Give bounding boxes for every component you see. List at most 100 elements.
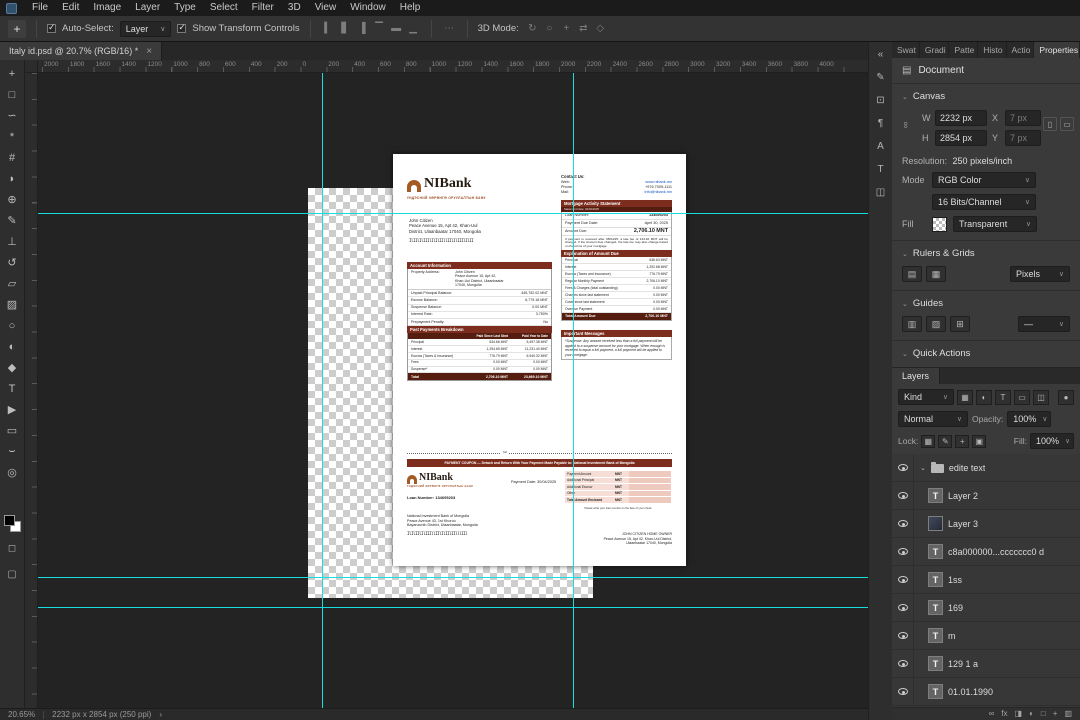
auto-select-checkbox[interactable] <box>47 22 56 33</box>
lasso-tool[interactable]: ∽ <box>0 105 24 126</box>
layer-row[interactable]: T 01.01.1990 <box>892 678 1080 706</box>
document-info[interactable]: 2232 px x 2854 px (250 ppi) <box>52 710 151 719</box>
spot-healing-brush-tool[interactable]: ⊕ <box>0 189 24 210</box>
opacity-dropdown[interactable]: 100% <box>1007 411 1052 427</box>
vertical-ruler[interactable] <box>25 73 38 708</box>
show-transform-checkbox[interactable] <box>177 22 187 33</box>
layer-row[interactable]: T 129 1 a <box>892 650 1080 678</box>
menu-item[interactable]: File <box>25 0 55 16</box>
move-tool[interactable]: + <box>0 63 24 84</box>
menu-item[interactable]: Filter <box>245 0 281 16</box>
filter-toggle-icon[interactable]: ● <box>1058 389 1074 405</box>
dodge-tool[interactable]: ◐ <box>0 336 24 357</box>
visibility-toggle[interactable] <box>892 538 914 565</box>
filter-pixel-layers-icon[interactable]: ▦ <box>957 389 973 405</box>
active-tool-icon[interactable]: + <box>8 19 26 38</box>
horizontal-type-tool[interactable]: T <box>0 378 24 399</box>
guide-vertical[interactable] <box>322 73 323 708</box>
more-options-icon[interactable]: ⋯ <box>442 21 457 36</box>
menu-item[interactable]: Select <box>203 0 245 16</box>
layer-row[interactable]: Tm <box>892 622 1080 650</box>
app-icon[interactable] <box>6 2 17 14</box>
gradient-tool[interactable]: ▨ <box>0 294 24 315</box>
tab-patterns[interactable]: Patte <box>949 42 979 58</box>
grid-icon[interactable]: ▦ <box>926 266 946 282</box>
guide-horizontal[interactable] <box>38 577 868 578</box>
close-icon[interactable]: × <box>146 46 152 57</box>
crop-tool[interactable]: # <box>0 147 24 168</box>
visibility-toggle[interactable] <box>892 650 914 677</box>
eyedropper-tool[interactable]: ◗ <box>0 168 24 189</box>
menu-item[interactable]: 3D <box>281 0 308 16</box>
eraser-tool[interactable]: ▱ <box>0 273 24 294</box>
smart-guides-icon[interactable]: ▨ <box>926 316 946 332</box>
lock-position-icon[interactable]: + <box>955 434 970 448</box>
link-dimensions-icon[interactable]: ∞ <box>901 122 911 128</box>
guides-icon[interactable]: ▥ <box>902 316 922 332</box>
menu-item[interactable]: Help <box>393 0 428 16</box>
document-tab[interactable]: Italy id.psd @ 20.7% (RGB/16) * × <box>0 42 163 60</box>
y-field[interactable]: 7 px <box>1005 130 1041 146</box>
landscape-orientation-button[interactable]: ▭ <box>1060 117 1074 131</box>
layer-row[interactable]: ⌄ edite text <box>892 454 1080 482</box>
align-bottom-icon[interactable]: ▁ <box>406 21 421 36</box>
color-mode-dropdown[interactable]: RGB Color <box>932 172 1036 188</box>
quick-mask-button[interactable]: ◻ <box>0 538 24 558</box>
3d-rotate-icon[interactable]: ↻ <box>525 21 540 36</box>
units-dropdown[interactable]: Pixels <box>1010 266 1070 282</box>
menu-item[interactable]: Window <box>343 0 393 16</box>
visibility-toggle[interactable] <box>892 482 914 509</box>
pen-tool[interactable]: ◆ <box>0 357 24 378</box>
blend-mode-dropdown[interactable]: Normal <box>898 411 968 427</box>
width-field[interactable]: 2232 px <box>935 110 987 126</box>
portrait-orientation-button[interactable]: ▯ <box>1043 117 1057 131</box>
lock-all-icon[interactable]: ▣ <box>972 434 987 448</box>
align-middle-icon[interactable]: ▬ <box>389 21 404 36</box>
history-brush-tool[interactable]: ↺ <box>0 252 24 273</box>
visibility-toggle[interactable] <box>892 594 914 621</box>
rectangular-marquee-tool[interactable]: □ <box>0 84 24 105</box>
filter-shape-layers-icon[interactable]: ▭ <box>1014 389 1030 405</box>
tab-actions[interactable]: Actio <box>1007 42 1035 58</box>
lock-pixels-icon[interactable]: ✎ <box>938 434 953 448</box>
brush-tool[interactable]: ✎ <box>0 210 24 231</box>
blur-tool[interactable]: ○ <box>0 315 24 336</box>
visibility-toggle[interactable] <box>892 678 914 705</box>
menu-item[interactable]: View <box>308 0 344 16</box>
delete-layer-icon[interactable]: ▥ <box>1064 709 1072 719</box>
align-top-icon[interactable]: ▔ <box>372 21 387 36</box>
brush-settings-icon[interactable]: ✎ <box>873 70 889 84</box>
zoom-tool[interactable]: ◎ <box>0 462 24 483</box>
align-left-icon[interactable]: ▍ <box>321 21 336 36</box>
3d-roll-icon[interactable]: ○ <box>542 21 557 36</box>
3d-drag-icon[interactable]: + <box>559 21 574 36</box>
x-field[interactable]: 7 px <box>1005 110 1041 126</box>
layer-mask-icon[interactable]: ◨ <box>1015 709 1023 719</box>
menu-item[interactable]: Layer <box>128 0 167 16</box>
layer-filter-kind-dropdown[interactable]: Kind <box>898 389 954 405</box>
clear-guides-icon[interactable]: ⊞ <box>950 316 970 332</box>
lock-transparency-icon[interactable]: ▦ <box>921 434 936 448</box>
clone-stamp-tool[interactable]: ⊥ <box>0 231 24 252</box>
status-chevron-icon[interactable]: › <box>159 710 162 719</box>
visibility-toggle[interactable] <box>892 510 914 537</box>
path-selection-tool[interactable]: ▶ <box>0 399 24 420</box>
ruler-origin-corner[interactable] <box>25 60 38 73</box>
ruler-icon[interactable]: ▤ <box>902 266 922 282</box>
auto-select-target-dropdown[interactable]: Layer <box>119 20 172 37</box>
filter-type-layers-icon[interactable]: T <box>995 389 1011 405</box>
character-icon[interactable]: A <box>873 139 889 153</box>
rulers-grids-section-header[interactable]: ⌄ Rulers & Grids <box>892 241 1080 263</box>
guide-vertical[interactable] <box>573 73 574 708</box>
foreground-color-swatch[interactable] <box>3 515 15 526</box>
layer-group-icon[interactable]: □ <box>1041 709 1046 719</box>
document-canvas-page[interactable]: NIBank ҮНДЭСНИЙ ХӨРӨНГӨ ОРУУЛАЛТЫН БАНК … <box>393 154 686 566</box>
fill-dropdown[interactable]: Transparent <box>953 216 1037 232</box>
layer-effects-icon[interactable]: fx <box>1001 709 1007 719</box>
visibility-toggle[interactable] <box>892 566 914 593</box>
guide-horizontal[interactable] <box>38 213 868 214</box>
fill-dropdown[interactable]: 100% <box>1030 433 1074 449</box>
align-center-h-icon[interactable]: ▋ <box>338 21 353 36</box>
clone-source-icon[interactable]: ⊡ <box>873 93 889 107</box>
guides-dropdown[interactable]: — <box>1018 316 1070 332</box>
